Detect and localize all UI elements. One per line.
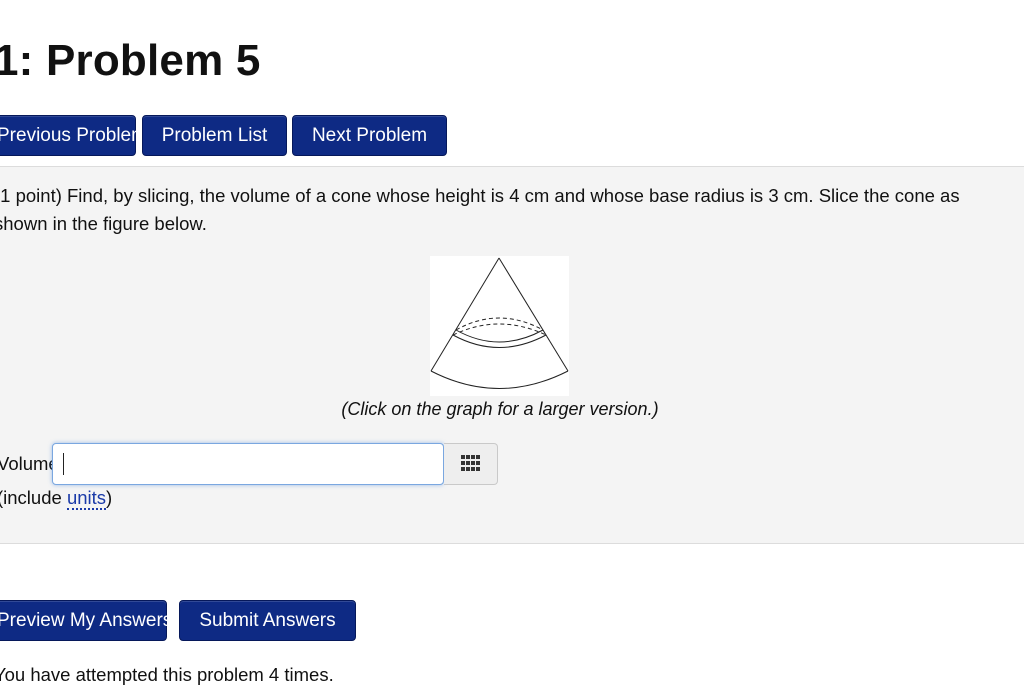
problem-list-button[interactable]: Problem List	[142, 115, 287, 156]
previous-problem-button[interactable]: Previous Problem	[0, 115, 147, 156]
text-cursor	[63, 453, 64, 475]
figure-caption: (Click on the graph for a larger version…	[341, 399, 659, 419]
units-suffix: )	[106, 487, 113, 508]
units-hint: (include units)	[0, 487, 113, 510]
problem-statement: (1 point) Find, by slicing, the volume o…	[0, 185, 960, 234]
units-prefix: (include	[0, 487, 67, 508]
volume-answer-input[interactable]	[52, 443, 444, 485]
cone-figure-image[interactable]	[430, 256, 569, 396]
page-title: 1: Problem 5	[0, 36, 261, 85]
submit-answers-button[interactable]: Submit Answers	[179, 600, 356, 641]
grid-icon	[461, 455, 480, 471]
attempts-status: You have attempted this problem 4 times.	[0, 664, 334, 685]
next-problem-button[interactable]: Next Problem	[292, 115, 447, 156]
page: 1: Problem 5 Previous Problem Problem Li…	[0, 0, 1024, 685]
units-link[interactable]: units	[66, 487, 107, 510]
problem-panel: (1 point) Find, by slicing, the volume o…	[0, 166, 1024, 544]
equation-palette-button[interactable]	[444, 443, 498, 485]
preview-answers-button[interactable]: Preview My Answers	[0, 600, 172, 641]
cone-slice-icon	[430, 257, 569, 389]
